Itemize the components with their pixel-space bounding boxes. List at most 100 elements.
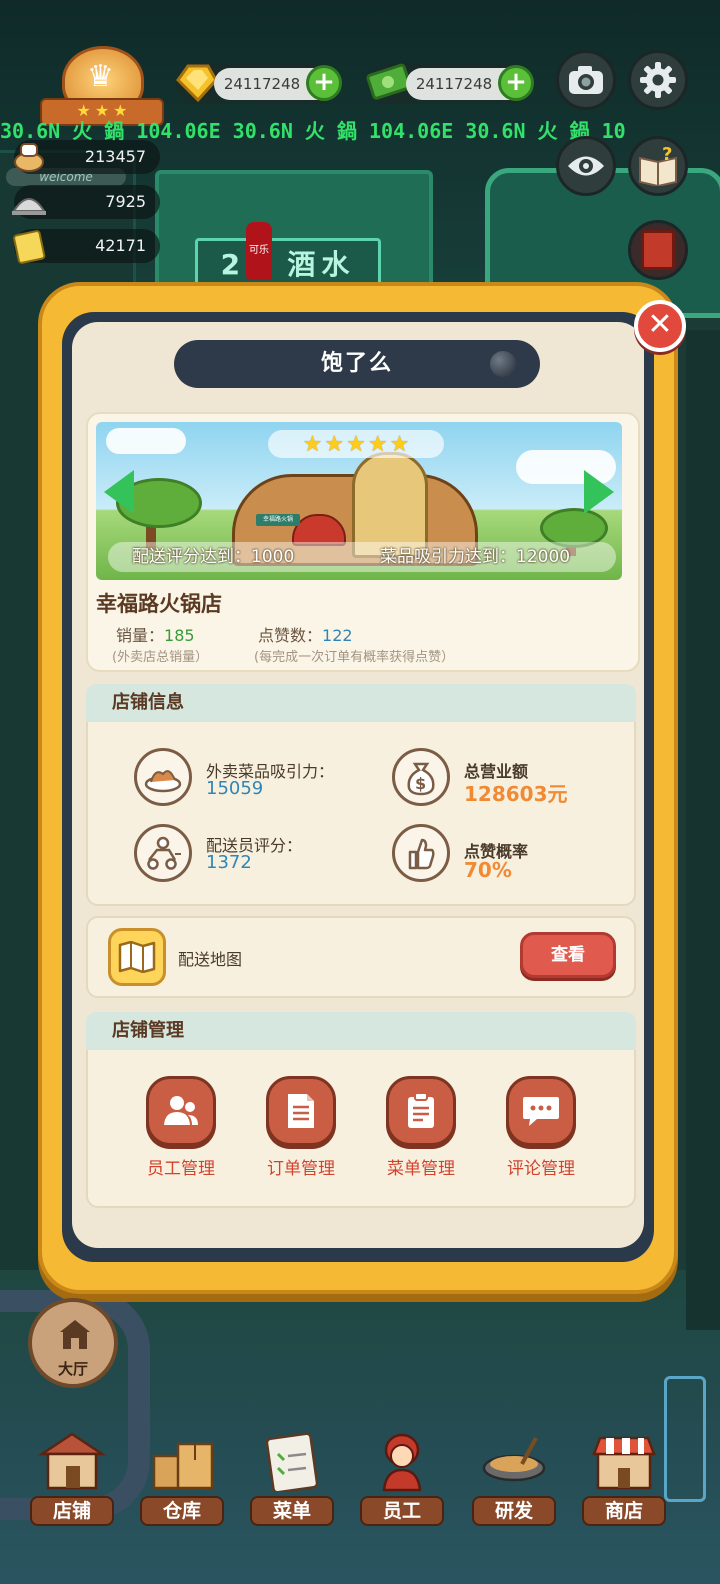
star-icon: ★ — [324, 431, 345, 457]
like-rate-value: 70% — [464, 858, 512, 882]
staff-management-button[interactable] — [146, 1076, 216, 1146]
waitress-icon — [382, 1433, 422, 1492]
star-icon: ★ — [367, 431, 388, 457]
eye-icon — [568, 156, 604, 176]
revenue-value: 128603元 — [464, 782, 568, 806]
view-toggle-button[interactable] — [556, 136, 616, 196]
nav-shop[interactable]: 店铺 — [28, 1430, 116, 1530]
stat-orders-value: 42171 — [95, 236, 146, 255]
stat-dishes-value: 7925 — [105, 192, 146, 211]
recipe-book-button[interactable] — [628, 220, 688, 280]
nav-staff-label: 员工 — [360, 1496, 444, 1526]
stat-orders: 42171 — [13, 229, 160, 264]
svg-text:?: ? — [662, 146, 672, 165]
clipboard-icon — [408, 1092, 434, 1128]
title-ornament — [490, 351, 516, 377]
nav-menu[interactable]: 菜单 — [248, 1430, 336, 1530]
add-cash-button[interactable]: + — [498, 65, 534, 101]
shop-star-rating: ★ ★ ★ ★ ★ — [268, 430, 444, 458]
cooking-pot-icon — [482, 1437, 546, 1482]
likes-label: 点赞数： — [258, 626, 323, 645]
hall-button[interactable]: 大厅 — [28, 1298, 118, 1388]
menu-management-button[interactable] — [386, 1076, 456, 1146]
dialog-title-text: 饱了么 — [320, 351, 393, 376]
next-shop-arrow-icon[interactable] — [584, 470, 614, 514]
delivery-map-label: 配送地图 — [178, 950, 243, 969]
order-management-label: 订单管理 — [267, 1159, 335, 1179]
shop-info-header: 店铺信息 — [86, 684, 636, 722]
chat-bubble-icon — [523, 1097, 559, 1126]
stat-dishes: 7925 — [12, 185, 160, 219]
likes-value: 122 — [322, 626, 353, 645]
house-sign: 幸福路火锅 — [256, 514, 300, 526]
camera-icon — [569, 66, 603, 94]
cash-stack-icon — [366, 63, 412, 100]
star-icon: ★ — [389, 431, 410, 457]
nav-shop-label: 店铺 — [30, 1496, 114, 1526]
likes-line: 点赞数：122 — [258, 622, 353, 646]
money-bag-icon: $ — [392, 748, 450, 806]
map-icon — [108, 928, 166, 986]
stat-customers-value: 213457 — [84, 147, 146, 166]
nav-staff[interactable]: 员工 — [358, 1430, 446, 1530]
staff-icon — [164, 1096, 198, 1125]
cola-bottle: 可乐 — [246, 222, 272, 280]
nav-store[interactable]: 商店 — [580, 1430, 668, 1530]
settings-button[interactable] — [628, 50, 688, 110]
camera-button[interactable] — [556, 50, 616, 110]
stat-customers: 213457 — [14, 140, 160, 174]
rider-score-value: 1372 — [206, 852, 252, 873]
delivery-rider-icon — [134, 824, 192, 882]
dialog-title: 饱了么 — [174, 340, 540, 388]
order-management-button[interactable] — [266, 1076, 336, 1146]
market-stall-icon — [592, 1436, 656, 1490]
building-icon — [60, 1320, 90, 1349]
add-gold-button[interactable]: + — [306, 65, 342, 101]
staff-management-label: 员工管理 — [147, 1159, 215, 1179]
gold-currency: 24117248 + — [176, 64, 342, 104]
star-icon: ★ — [346, 431, 366, 457]
nav-warehouse[interactable]: 仓库 — [138, 1430, 226, 1530]
review-management-button[interactable] — [506, 1076, 576, 1146]
sales-value: 185 — [164, 626, 195, 645]
side-display — [664, 1376, 706, 1502]
sales-note: (外卖店总销量） — [112, 650, 209, 665]
document-icon — [288, 1094, 314, 1128]
menu-board-icon — [265, 1432, 319, 1492]
sales-label: 销量： — [116, 626, 165, 645]
close-button[interactable]: ✕ — [634, 300, 686, 352]
dish-attraction-value: 15059 — [206, 778, 264, 799]
nav-menu-label: 菜单 — [250, 1496, 334, 1526]
likes-note: (每完成一次订单有概率获得点赞） — [254, 650, 455, 665]
chef-bust-icon — [14, 143, 44, 172]
dish-requirement: 菜品吸引力达到：12000 — [380, 547, 571, 567]
upgrade-requirements: 配送评分达到：1000 菜品吸引力达到：12000 — [108, 542, 616, 572]
nav-research[interactable]: 研发 — [470, 1430, 558, 1530]
storefront-icon — [37, 1432, 107, 1490]
view-map-button[interactable]: 查看 — [520, 932, 616, 978]
ticket-icon — [13, 230, 46, 264]
serving-cloche-icon — [12, 198, 46, 215]
shop-management-header: 店铺管理 — [86, 1012, 636, 1050]
guide-button[interactable]: ? — [628, 136, 688, 196]
thumbs-up-icon — [392, 824, 450, 882]
svg-text:$: $ — [415, 774, 426, 793]
review-management-label: 评论管理 — [507, 1159, 575, 1179]
star-icon: ★ — [302, 431, 323, 457]
nav-research-label: 研发 — [472, 1496, 556, 1526]
gold-ingot-icon — [176, 64, 218, 103]
drink-stall-sign: 24 酒水 — [195, 238, 381, 288]
box-stack-icon — [152, 1442, 214, 1490]
nav-store-label: 商店 — [582, 1496, 666, 1526]
prev-shop-arrow-icon[interactable] — [104, 470, 134, 514]
help-book-icon: ? — [639, 146, 677, 186]
delivery-requirement: 配送评分达到：1000 — [132, 547, 295, 567]
gear-icon — [640, 62, 676, 98]
shop-name: 幸福路火锅店 — [96, 592, 222, 616]
dish-attraction-icon — [134, 748, 192, 806]
red-book-icon — [641, 230, 675, 270]
hall-label: 大厅 — [57, 1360, 88, 1378]
sales-line: 销量：185 — [116, 622, 195, 646]
menu-management-label: 菜单管理 — [387, 1159, 455, 1179]
right-wall-strip — [686, 330, 720, 1330]
